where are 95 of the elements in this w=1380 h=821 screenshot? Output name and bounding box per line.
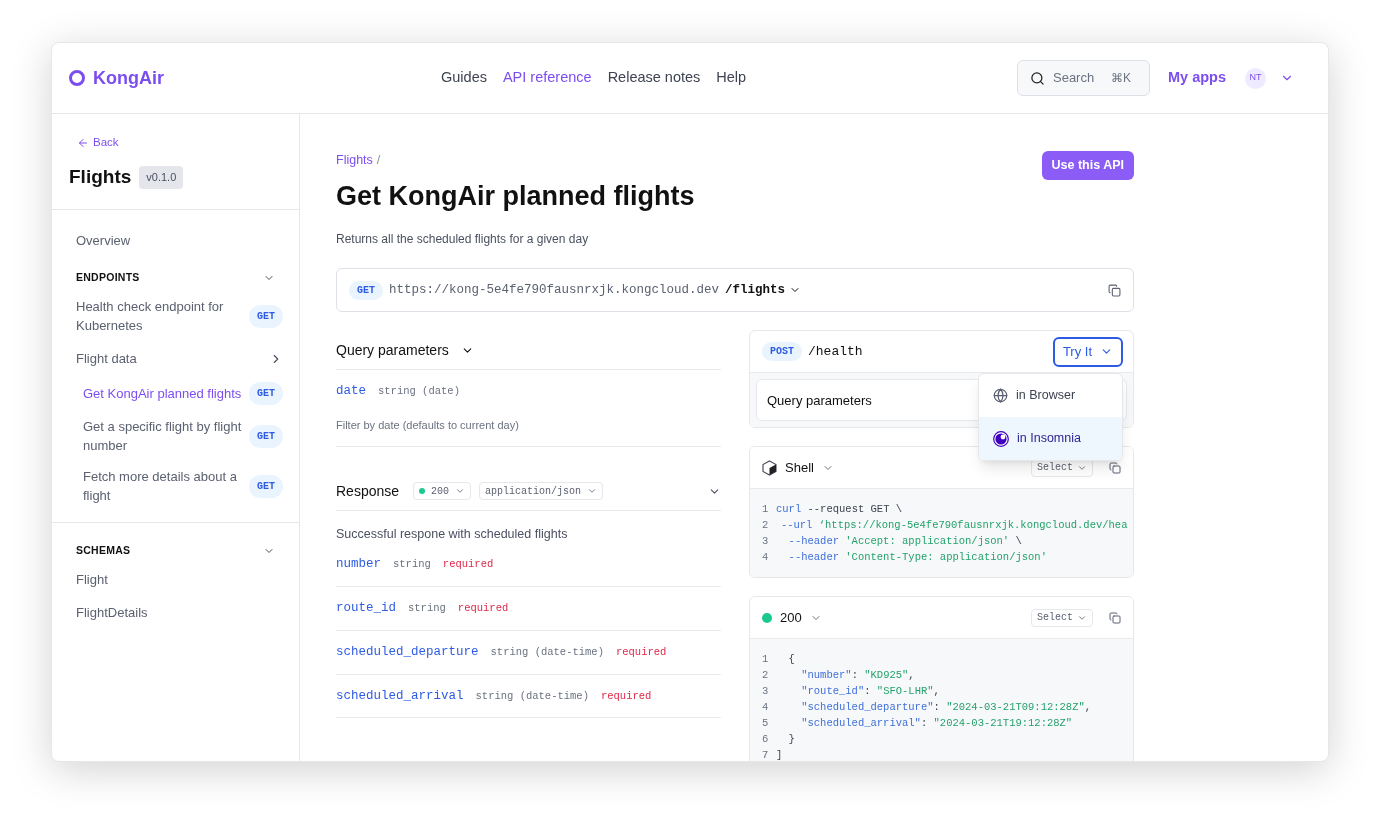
sidebar-item[interactable]: Overview (52, 230, 299, 251)
code-line: ] (776, 748, 783, 761)
required-label: required (615, 644, 667, 660)
response-section-header[interactable]: Response 200 application/json (336, 480, 721, 511)
page-title: Get KongAir planned flights (336, 179, 695, 213)
use-api-button[interactable]: Use this API (1041, 151, 1134, 180)
sidebar-item[interactable]: Fetch more details about a flight GET (52, 462, 299, 510)
field-type: string (date-time) (475, 688, 589, 704)
response-description: Successful respone with scheduled flights (336, 525, 569, 543)
user-avatar[interactable]: NT (1245, 67, 1266, 89)
search-field[interactable]: Search ⌘K (1017, 60, 1150, 96)
section-header[interactable]: SCHEMAS (52, 543, 299, 565)
code-line: "scheduled_departure": "2024-03-21T09:12:28Z", (800, 700, 1092, 716)
method-badge: GET (249, 304, 283, 328)
line-number: 4 (762, 550, 770, 566)
sidebar-item[interactable]: Get KongAir planned flights GET (52, 377, 299, 410)
line-number: 4 (762, 700, 770, 716)
field-name: scheduled_departure (336, 643, 479, 661)
api-title: Flights (69, 165, 132, 190)
back-link[interactable]: Back (77, 134, 282, 152)
copy-icon[interactable] (1108, 283, 1121, 297)
field-type: string (date) (378, 384, 460, 400)
insomnia-icon (993, 430, 1009, 447)
line-number: 1 (762, 502, 770, 518)
sidebar-item[interactable]: Get a specific flight by flight number GET (52, 412, 299, 460)
line-number: 1 (762, 652, 770, 668)
nav-link[interactable]: Help (716, 67, 747, 89)
code-line: --url ‘https://kong-5e4fe790fausnrxjk.kongcloud.dev/hea (779, 518, 1128, 534)
select-dropdown[interactable]: Select (1031, 608, 1093, 627)
language-select[interactable]: Shell (785, 458, 834, 478)
query-section-header[interactable]: Query parameters (336, 332, 721, 371)
nav-link[interactable]: Guides (441, 67, 487, 89)
line-number: 2 (762, 518, 769, 534)
code-line: "route_id": "SFO-LHR", (800, 684, 940, 700)
logo-text[interactable]: KongAir (93, 64, 164, 92)
code-line: --header 'Accept: application/json' \ (787, 534, 1022, 550)
chevron-down-icon (455, 486, 466, 496)
search-input[interactable]: Search (1053, 68, 1103, 88)
line-number: 3 (762, 534, 770, 550)
logo-icon (69, 70, 85, 86)
breadcrumb-link[interactable]: Flights (336, 151, 373, 170)
method-badge: GET (249, 474, 283, 498)
globe-icon (993, 388, 1008, 404)
method-badge: GET (249, 424, 283, 448)
arrow-left-icon (77, 136, 89, 149)
terminal-cube-icon (762, 459, 777, 476)
required-label: required (600, 688, 652, 704)
endpoint-base-url: https://kong-5e4fe790fausnrxjk.kongcloud.dev (389, 281, 720, 299)
field-name: number (336, 556, 381, 574)
sidebar-item[interactable]: Flight (52, 564, 299, 594)
field-name: date (336, 383, 366, 401)
field-type: string (408, 601, 446, 616)
required-label: required (442, 557, 494, 573)
line-number: 5 (762, 716, 770, 732)
field-type: string (393, 557, 431, 573)
copy-icon[interactable] (1109, 611, 1121, 624)
method-badge: POST (762, 342, 802, 362)
field-description: Filter by date (defaults to current day) (336, 418, 520, 433)
field-name: route_id (336, 600, 396, 617)
request-path: /health (808, 343, 863, 361)
search-icon (1030, 70, 1045, 86)
try-it-button[interactable]: Try It (1052, 336, 1123, 367)
code-line: "scheduled_arrival": "2024-03-21T19:12:28Z" (800, 716, 1073, 732)
code-line: "number": "KD925", (800, 668, 915, 684)
sidebar-item[interactable]: Flight data (52, 344, 299, 373)
code-line: { (787, 652, 795, 668)
line-number: 2 (762, 668, 770, 684)
code-line: --header 'Content-Type: application/json' (787, 550, 1047, 566)
status-select[interactable]: 200 (413, 482, 472, 500)
my-apps-link[interactable]: My apps (1168, 67, 1226, 89)
line-number: 7 (762, 748, 770, 761)
endpoint-path[interactable]: /flights (725, 280, 802, 300)
copy-icon[interactable] (1109, 461, 1121, 474)
sidebar-item[interactable]: Health check endpoint for Kubernetes GET (52, 292, 299, 340)
nav-link[interactable]: Release notes (607, 67, 701, 89)
menu-item[interactable]: in Insomnia (979, 417, 1122, 461)
line-number: 3 (762, 684, 770, 700)
endpoint-description: Returns all the scheduled flights for a given day (336, 231, 590, 249)
nav-link[interactable]: API reference (502, 67, 592, 89)
version-badge: v0.1.0 (139, 166, 184, 189)
code-line: } (787, 732, 795, 748)
status-select[interactable]: 200 (780, 608, 822, 628)
sidebar-item[interactable]: FlightDetails (52, 597, 299, 627)
breadcrumb-separator: / (376, 152, 381, 169)
method-badge: GET (349, 280, 383, 300)
required-label: required (457, 601, 509, 616)
method-badge: GET (249, 382, 283, 405)
shortcut-hint: ⌘K (1111, 70, 1131, 87)
line-number: 6 (762, 732, 770, 748)
content-type-select[interactable]: application/json (479, 482, 604, 500)
section-header[interactable]: ENDPOINTS (52, 270, 299, 292)
field-type: string (date-time) (490, 644, 604, 660)
code-line: curl --request GET \ (776, 502, 903, 518)
field-name: scheduled_arrival (336, 687, 464, 705)
chevron-down-icon (587, 486, 598, 496)
